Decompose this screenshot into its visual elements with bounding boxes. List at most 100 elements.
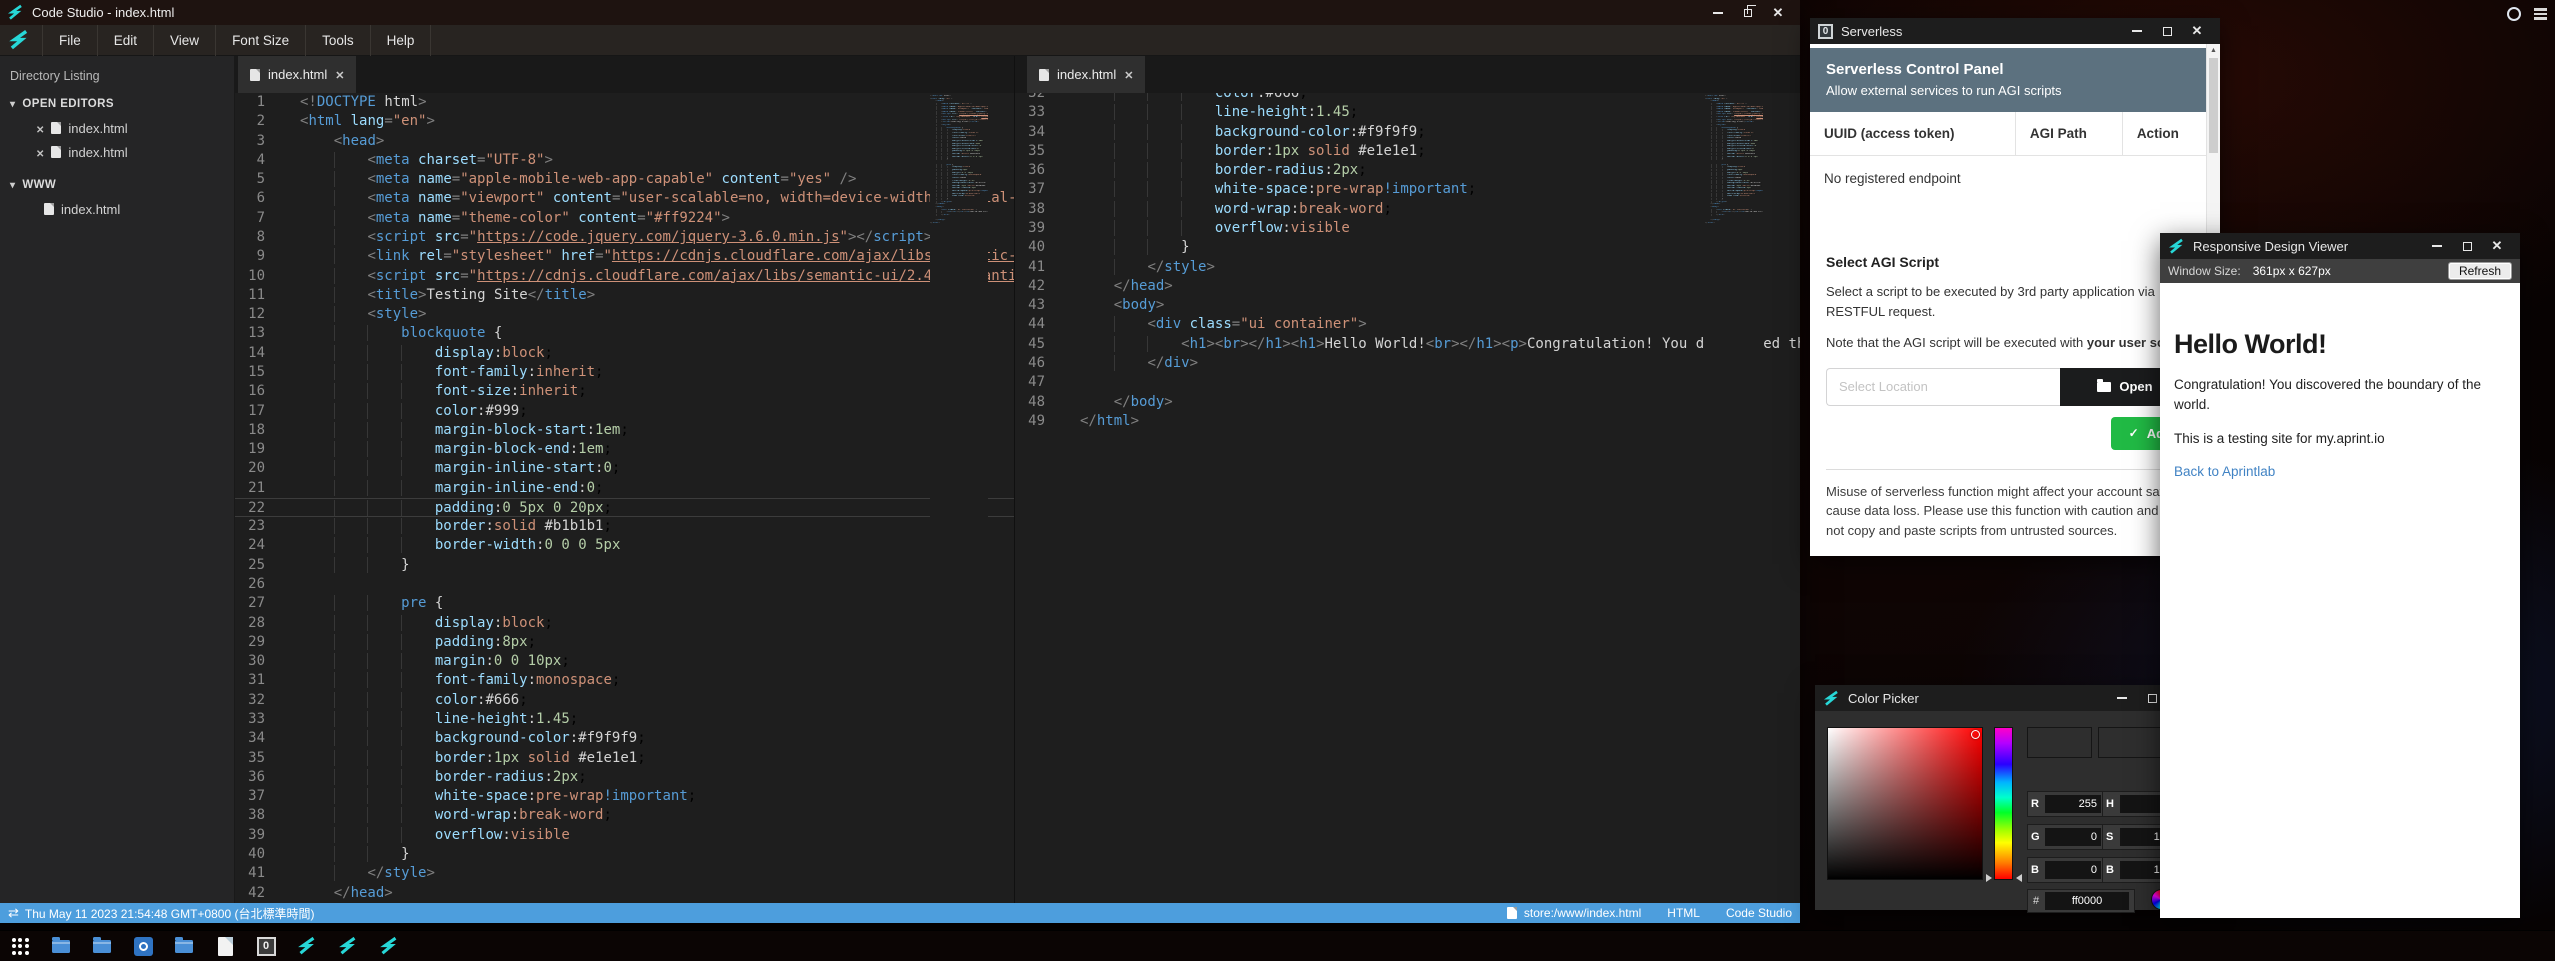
section-www-folder[interactable]: WWW	[0, 173, 234, 197]
title-bar[interactable]: Color Picker	[1815, 685, 2205, 711]
code-line[interactable]: 17 color:#999;	[235, 402, 1014, 421]
code-line[interactable]: 37 white-space:pre-wrap!important;	[235, 787, 1014, 806]
code-line[interactable]: 36 border-radius:2px;	[1015, 161, 1800, 180]
saturation-field[interactable]	[1827, 727, 1983, 880]
code-line[interactable]: 12 <style>	[235, 305, 1014, 324]
code-line[interactable]: 32 color:#666;	[235, 691, 1014, 710]
loading-ring-icon[interactable]	[2507, 7, 2521, 21]
title-bar[interactable]: Serverless	[1810, 18, 2220, 44]
minimap[interactable]: <!DOCTYPE html><html lang="en"> <head> <…	[1705, 93, 1763, 903]
code-line[interactable]: 23 border:solid #b1b1b1;	[235, 517, 1014, 536]
hamburger-menu-icon[interactable]	[2534, 8, 2547, 20]
menu-item-help[interactable]: Help	[370, 25, 432, 56]
minimize-icon[interactable]	[2122, 20, 2152, 42]
code-line[interactable]: 21 margin-inline-end:0;	[235, 479, 1014, 498]
saturation-marker[interactable]	[1971, 730, 1980, 739]
status-language[interactable]: HTML	[1667, 906, 1700, 920]
code-line[interactable]: 39 overflow:visible	[1015, 219, 1800, 238]
hex-input[interactable]	[2045, 892, 2129, 910]
code-line[interactable]: 41 </style>	[1015, 258, 1800, 277]
code-line[interactable]: 35 border:1px solid #e1e1e1;	[1015, 142, 1800, 161]
code-line[interactable]: 35 border:1px solid #e1e1e1;	[235, 749, 1014, 768]
tab-index-html[interactable]: index.html	[1027, 56, 1145, 93]
back-to-aprintlab-link[interactable]: Back to Aprintlab	[2174, 464, 2275, 479]
code-line[interactable]: 11 <title>Testing Site</title>	[235, 286, 1014, 305]
taskbar-item-code-studio[interactable]	[379, 935, 399, 957]
code-line[interactable]: 33 line-height:1.45;	[1015, 103, 1800, 122]
taskbar-item-code-studio[interactable]	[297, 935, 317, 957]
script-location-input[interactable]	[1826, 368, 2060, 406]
section-open-editors[interactable]: OPEN EDITORS	[0, 92, 234, 116]
taskbar-item-serverless[interactable]	[256, 935, 276, 957]
code-line[interactable]: 30 margin:0 0 10px;	[235, 652, 1014, 671]
code-line[interactable]: 41 </style>	[235, 864, 1014, 883]
code-editor[interactable]: 1<!DOCTYPE html>2<html lang="en">3 <head…	[235, 93, 1014, 903]
code-line[interactable]: 48 </body>	[1015, 393, 1800, 412]
minimap[interactable]: <!DOCTYPE html><html lang="en"> <head> <…	[930, 93, 988, 903]
code-line[interactable]: 8 <script src="https://code.jquery.com/j…	[235, 228, 1014, 247]
code-line[interactable]: 18 margin-block-start:1em;	[235, 421, 1014, 440]
minimize-icon[interactable]	[2107, 687, 2137, 709]
code-line[interactable]: 20 margin-inline-start:0;	[235, 459, 1014, 478]
code-line[interactable]: 9 <link rel="stylesheet" href="https://c…	[235, 247, 1014, 266]
code-line[interactable]: 6 <meta name="viewport" content="user-sc…	[235, 189, 1014, 208]
code-line[interactable]: 46 </div>	[1015, 354, 1800, 373]
code-line[interactable]: 47	[1015, 373, 1800, 392]
code-line[interactable]: 38 word-wrap:break-word;	[1015, 200, 1800, 219]
close-icon[interactable]	[2182, 20, 2212, 42]
title-bar[interactable]: Responsive Design Viewer	[2160, 233, 2520, 259]
hue-marker-left-icon[interactable]	[1986, 874, 1992, 882]
code-line[interactable]: 36 border-radius:2px;	[235, 768, 1014, 787]
red-input[interactable]	[2045, 795, 2101, 813]
code-line[interactable]: 40 }	[1015, 238, 1800, 257]
code-line[interactable]: 33 line-height:1.45;	[235, 710, 1014, 729]
close-icon[interactable]	[335, 67, 344, 82]
close-icon[interactable]	[36, 121, 44, 136]
code-line[interactable]: 25 }	[235, 556, 1014, 575]
tab-index-html[interactable]: index.html	[238, 56, 356, 93]
code-line[interactable]: 2<html lang="en">	[235, 112, 1014, 131]
code-line[interactable]: 27 pre {	[235, 594, 1014, 613]
menu-item-file[interactable]: File	[42, 25, 97, 56]
code-line[interactable]: 3 <head>	[235, 132, 1014, 151]
file-tree-item[interactable]: index.html	[0, 197, 234, 221]
code-line[interactable]: 10 <script src="https://cdnjs.cloudflare…	[235, 267, 1014, 286]
restore-icon[interactable]	[1733, 2, 1763, 24]
menu-item-view[interactable]: View	[153, 25, 215, 56]
taskbar-item-document[interactable]	[215, 935, 235, 957]
taskbar-item-folder[interactable]	[174, 935, 194, 957]
taskbar-item-folder[interactable]	[92, 935, 112, 957]
status-file[interactable]: store:/www/index.html	[1507, 906, 1641, 920]
refresh-button[interactable]: Refresh	[2448, 262, 2512, 280]
code-line[interactable]: 29 padding:8px;	[235, 633, 1014, 652]
taskbar-item-folder[interactable]	[51, 935, 71, 957]
taskbar-item-apps-grid[interactable]	[10, 935, 30, 957]
code-line[interactable]: 26	[235, 575, 1014, 594]
minimize-icon[interactable]	[2422, 235, 2452, 257]
hue-marker-right-icon[interactable]	[2016, 874, 2022, 882]
close-icon[interactable]	[36, 145, 44, 160]
status-app-name[interactable]: Code Studio	[1726, 906, 1792, 920]
code-line[interactable]: 43 <body>	[1015, 296, 1800, 315]
code-line[interactable]: 4 <meta charset="UTF-8">	[235, 151, 1014, 170]
code-line[interactable]: 44 <div class="ui container">	[1015, 315, 1800, 334]
code-line[interactable]: 14 display:block;	[235, 344, 1014, 363]
code-line[interactable]: 34 background-color:#f9f9f9;	[1015, 123, 1800, 142]
code-line[interactable]: 31 font-family:monospace;	[235, 671, 1014, 690]
code-line[interactable]: 7 <meta name="theme-color" content="#ff9…	[235, 209, 1014, 228]
code-line[interactable]: 19 margin-block-end:1em;	[235, 440, 1014, 459]
taskbar-item-code-studio[interactable]	[338, 935, 358, 957]
menu-item-edit[interactable]: Edit	[97, 25, 153, 56]
code-editor[interactable]: 32 color:#666;33 line-height:1.45;34 bac…	[1015, 93, 1800, 903]
menu-item-font-size[interactable]: Font Size	[215, 25, 305, 56]
title-bar[interactable]: Code Studio - index.html	[0, 0, 1800, 25]
code-line[interactable]: 42 </head>	[1015, 277, 1800, 296]
close-icon[interactable]	[2482, 235, 2512, 257]
minimize-icon[interactable]	[1703, 2, 1733, 24]
blue-input[interactable]	[2045, 861, 2101, 879]
scroll-up-icon[interactable]: ▲	[2207, 47, 2220, 54]
code-line[interactable]: 38 word-wrap:break-word;	[235, 806, 1014, 825]
code-line[interactable]: 13 blockquote {	[235, 324, 1014, 343]
close-icon[interactable]	[1124, 67, 1133, 82]
scroll-thumb[interactable]	[2209, 58, 2218, 153]
